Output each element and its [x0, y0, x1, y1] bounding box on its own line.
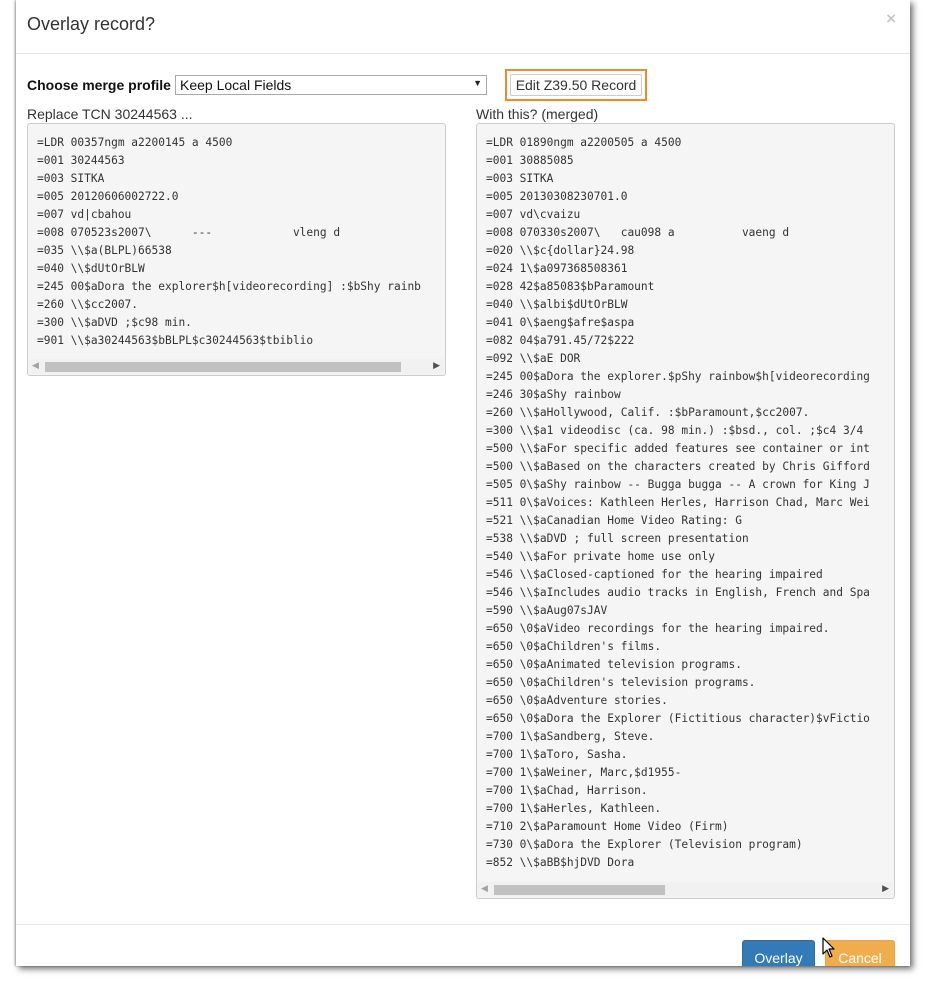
triangle-right-icon[interactable]: ▶ — [882, 883, 889, 894]
triangle-left-icon[interactable]: ◀ — [32, 360, 39, 371]
mouse-pointer-icon — [822, 937, 835, 958]
merge-profile-row: Choose merge profile Keep Local Fields ▼… — [27, 69, 897, 103]
overlay-button[interactable]: Overlay — [742, 940, 815, 966]
local-record-pane[interactable]: =LDR 00357ngm a2200145 a 4500 =001 30244… — [27, 123, 446, 376]
triangle-left-icon[interactable]: ◀ — [481, 883, 488, 894]
triangle-right-icon[interactable]: ▶ — [433, 360, 440, 371]
merged-heading: With this? (merged) — [476, 106, 599, 122]
merged-record-pane[interactable]: =LDR 01890ngm a2200505 a 4500 =001 30885… — [476, 123, 895, 899]
close-icon[interactable]: × — [886, 10, 896, 27]
dialog-title: Overlay record? — [27, 14, 156, 34]
overlay-record-dialog: Overlay record? × Choose merge profile K… — [16, 0, 910, 966]
merge-profile-select[interactable]: Keep Local Fields ▼ — [175, 75, 487, 95]
replace-tcn-heading: Replace TCN 30244563 ... — [27, 106, 193, 122]
merged-record-scrollbar[interactable]: ◀ ▶ — [478, 882, 893, 897]
local-record-scrollbar[interactable]: ◀ ▶ — [29, 359, 444, 374]
triangle-down-icon: ▼ — [473, 78, 482, 88]
merge-profile-value: Keep Local Fields — [180, 77, 292, 93]
merge-profile-label: Choose merge profile — [27, 77, 171, 93]
merged-record-text: =LDR 01890ngm a2200505 a 4500 =001 30885… — [486, 136, 870, 869]
edit-z3950-highlight: Edit Z39.50 Record — [505, 69, 647, 101]
scrollbar-thumb[interactable] — [494, 885, 665, 895]
dialog-header: Overlay record? × — [16, 0, 910, 54]
local-record-text: =LDR 00357ngm a2200145 a 4500 =001 30244… — [37, 136, 421, 347]
edit-z3950-record-button[interactable]: Edit Z39.50 Record — [510, 74, 642, 96]
footer-divider — [16, 924, 910, 925]
scrollbar-thumb[interactable] — [45, 362, 401, 372]
